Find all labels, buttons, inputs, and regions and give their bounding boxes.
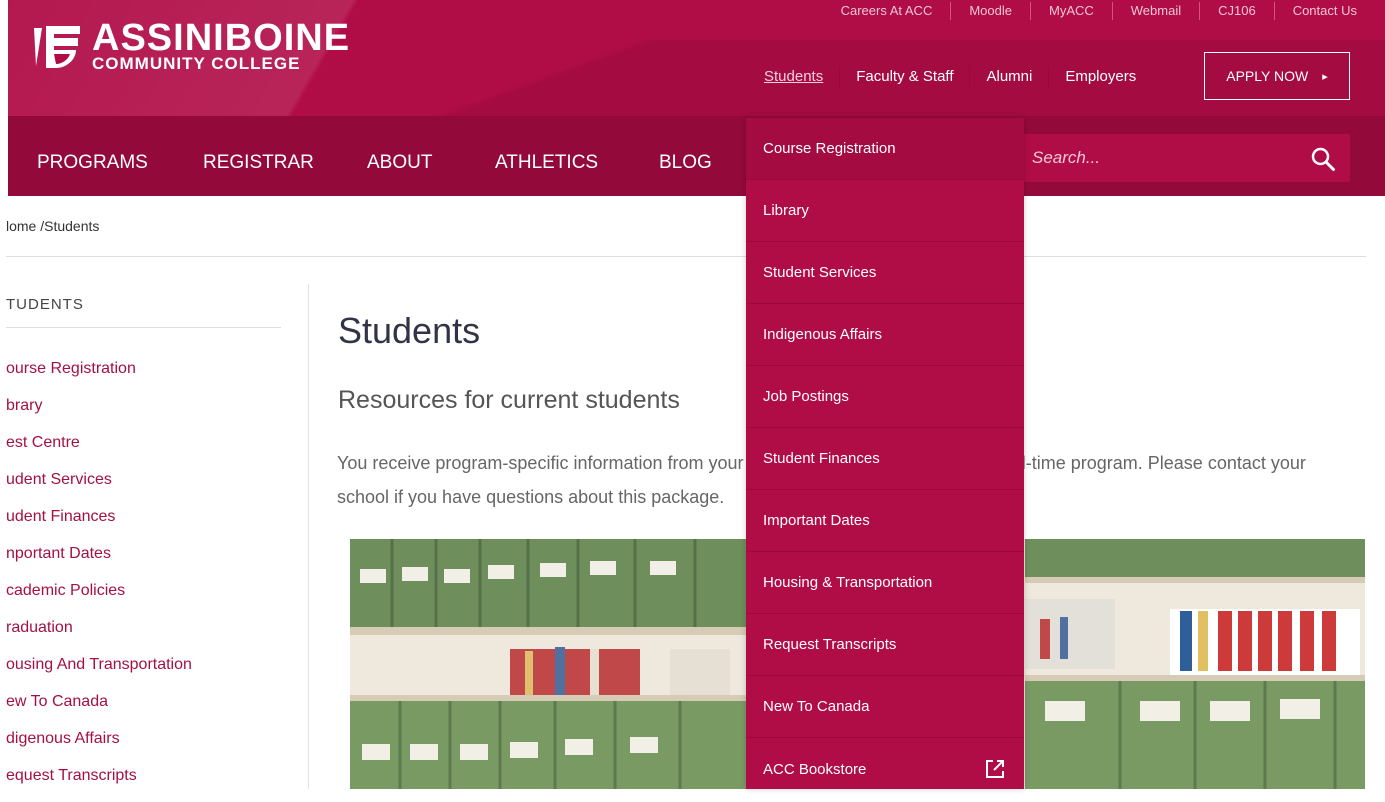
audience-nav: Students Faculty & Staff Alumni Employer… (748, 52, 1152, 102)
breadcrumb[interactable]: lome /Students (6, 218, 99, 234)
sidebar-item-indigenous-affairs[interactable]: digenous Affairs (6, 728, 192, 765)
dropdown-item-label: Housing & Transportation (763, 574, 933, 591)
dropdown-item-label: New To Canada (763, 698, 870, 715)
apply-now-button[interactable]: APPLY NOW ▸ (1204, 52, 1350, 100)
logo-title: ASSINIBOINE (92, 17, 351, 59)
external-link-icon (986, 760, 1004, 778)
audience-link-faculty-staff[interactable]: Faculty & Staff (839, 66, 969, 88)
search-input[interactable]: Search... (1024, 134, 1350, 182)
sidebar-item-student-services[interactable]: udent Services (6, 469, 192, 506)
college-crest-icon (34, 26, 80, 68)
dropdown-item-label: Student Services (763, 264, 877, 281)
dropdown-item-label: Student Finances (763, 450, 880, 467)
sidebar-item-library[interactable]: brary (6, 395, 192, 432)
sidebar-item-graduation[interactable]: raduation (6, 617, 192, 654)
dropdown-item-job-postings[interactable]: Job Postings (746, 366, 1024, 428)
utility-nav: Careers At ACC Moodle MyACC Webmail CJ10… (823, 2, 1357, 20)
sidebar-divider (6, 327, 281, 328)
dropdown-item-label: Important Dates (763, 512, 870, 529)
dropdown-item-label: ACC Bookstore (763, 760, 867, 778)
dropdown-item-request-transcripts[interactable]: Request Transcripts (746, 614, 1024, 676)
dropdown-item-important-dates[interactable]: Important Dates (746, 490, 1024, 552)
util-link-moodle[interactable]: Moodle (950, 2, 1030, 20)
util-link-careers[interactable]: Careers At ACC (823, 2, 951, 20)
sidebar-item-request-transcripts[interactable]: equest Transcripts (6, 765, 192, 802)
dropdown-item-label: Request Transcripts (763, 636, 897, 653)
sidebar-item-test-centre[interactable]: est Centre (6, 432, 192, 469)
college-logo[interactable]: ASSINIBOINE COMMUNITY COLLEGE (32, 17, 351, 73)
sidebar-item-housing[interactable]: ousing And Transportation (6, 654, 192, 691)
sidebar-title: TUDENTS (6, 296, 84, 313)
sidebar-item-student-finances[interactable]: udent Finances (6, 506, 192, 543)
dropdown-item-label: Library (763, 202, 809, 219)
dropdown-item-housing-transportation[interactable]: Housing & Transportation (746, 552, 1024, 614)
dropdown-item-student-services[interactable]: Student Services (746, 242, 1024, 304)
sidebar-menu: ourse Registration brary est Centre uden… (6, 358, 192, 802)
nav-programs[interactable]: PROGRAMS (37, 152, 148, 174)
sidebar-item-new-to-canada[interactable]: ew To Canada (6, 691, 192, 728)
play-arrow-icon: ▸ (1322, 70, 1328, 83)
sidebar-item-important-dates[interactable]: nportant Dates (6, 543, 192, 580)
nav-blog[interactable]: BLOG (659, 152, 712, 174)
dropdown-item-acc-bookstore[interactable]: ACC Bookstore (746, 738, 1024, 800)
nav-about[interactable]: ABOUT (367, 152, 432, 174)
util-link-contact[interactable]: Contact Us (1273, 2, 1357, 20)
dropdown-item-label: Job Postings (763, 388, 849, 405)
divider (6, 256, 1366, 257)
sidebar-item-academic-policies[interactable]: cademic Policies (6, 580, 192, 617)
dropdown-item-label: Indigenous Affairs (763, 326, 882, 343)
page-title: Students (338, 310, 481, 351)
page-subtitle: Resources for current students (338, 386, 680, 414)
dropdown-item-student-finances[interactable]: Student Finances (746, 428, 1024, 490)
search-placeholder: Search... (1032, 148, 1101, 167)
sidebar-border (308, 284, 309, 789)
util-link-cj106[interactable]: CJ106 (1199, 2, 1274, 20)
nav-athletics[interactable]: ATHLETICS (495, 152, 598, 174)
audience-link-students[interactable]: Students (748, 66, 839, 88)
dropdown-item-course-registration[interactable]: Course Registration (746, 118, 1024, 180)
dropdown-item-indigenous-affairs[interactable]: Indigenous Affairs (746, 304, 1024, 366)
util-link-myacc[interactable]: MyACC (1029, 2, 1112, 20)
nav-registrar[interactable]: REGISTRAR (203, 152, 314, 174)
dropdown-item-label: Course Registration (763, 140, 896, 157)
dropdown-item-new-to-canada[interactable]: New To Canada (746, 676, 1024, 738)
apply-now-label: APPLY NOW (1226, 68, 1309, 84)
dropdown-item-library[interactable]: Library (746, 180, 1024, 242)
audience-link-alumni[interactable]: Alumni (969, 66, 1048, 88)
util-link-webmail[interactable]: Webmail (1111, 2, 1199, 20)
search-icon[interactable] (1310, 146, 1336, 172)
audience-link-employers[interactable]: Employers (1048, 66, 1152, 88)
sidebar-item-course-registration[interactable]: ourse Registration (6, 358, 192, 395)
students-dropdown-menu: Course Registration Library Student Serv… (746, 118, 1024, 789)
